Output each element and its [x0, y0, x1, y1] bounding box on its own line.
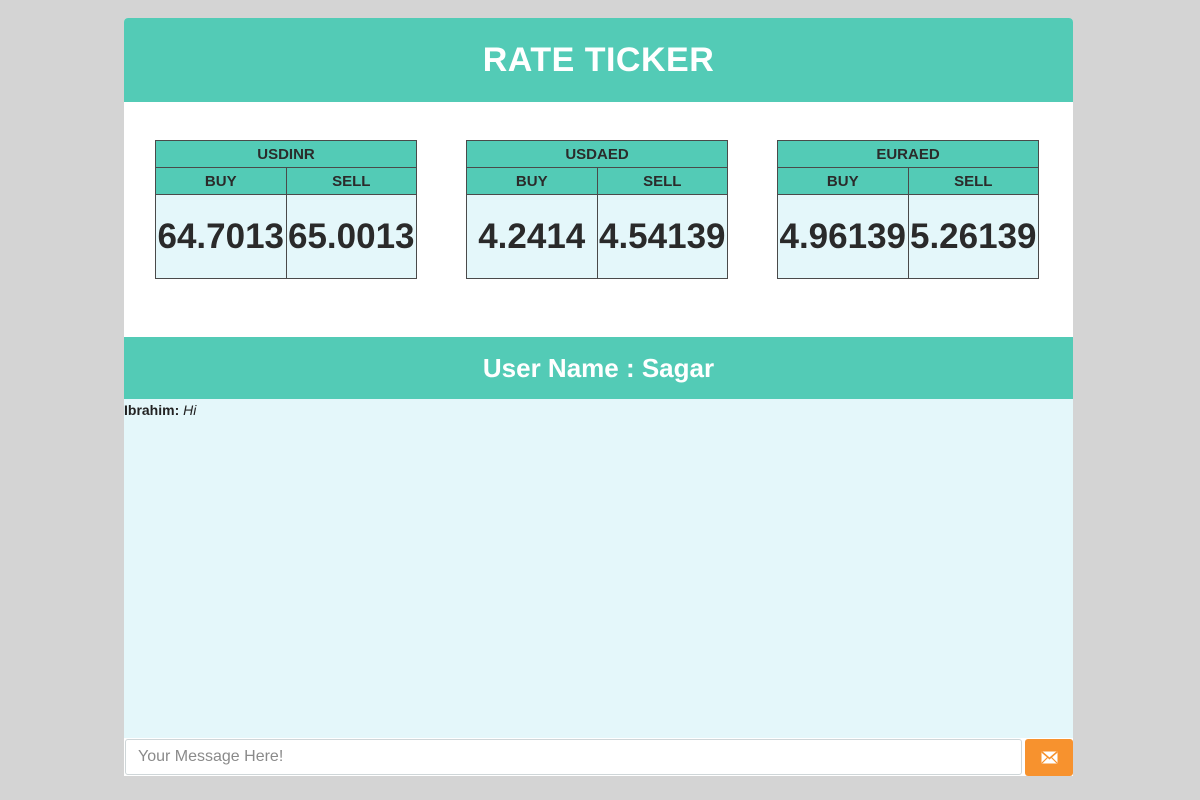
rate-table-euraed: EURAED BUY SELL 4.96139 5.26139	[777, 139, 1039, 279]
buy-rate: 4.96139	[777, 194, 909, 279]
sell-rate: 65.0013	[285, 194, 417, 279]
rate-pair-label: USDINR	[155, 139, 417, 169]
message-input-row	[124, 738, 1073, 776]
rates-panel: USDINR BUY SELL 64.7013 65.0013 USDAED B…	[124, 102, 1073, 337]
buy-header: BUY	[777, 167, 909, 196]
header: RATE TICKER	[124, 18, 1073, 102]
buy-rate: 4.2414	[466, 194, 598, 279]
buy-header: BUY	[466, 167, 598, 196]
envelope-icon	[1040, 751, 1058, 764]
send-button[interactable]	[1025, 739, 1073, 776]
sell-header: SELL	[596, 167, 728, 196]
sell-header: SELL	[907, 167, 1039, 196]
sell-rate: 5.26139	[907, 194, 1039, 279]
rate-pair-label: USDAED	[466, 139, 728, 169]
user-name-label: User Name : Sagar	[482, 352, 715, 383]
rate-table-usdinr: USDINR BUY SELL 64.7013 65.0013	[155, 139, 417, 279]
buy-rate: 64.7013	[155, 194, 287, 279]
sell-header: SELL	[285, 167, 417, 196]
rate-ticker-app: RATE TICKER USDINR BUY SELL 64.7013 65.0…	[124, 18, 1073, 776]
user-name-bar: User Name : Sagar	[124, 337, 1073, 399]
rate-table-usdaed: USDAED BUY SELL 4.2414 4.54139	[466, 139, 728, 279]
message-input[interactable]	[125, 739, 1022, 775]
message-text: Hi	[183, 402, 197, 418]
buy-header: BUY	[155, 167, 287, 196]
message-sender: Ibrahim:	[124, 402, 180, 418]
chat-message: Ibrahim: Hi	[124, 402, 196, 418]
sell-rate: 4.54139	[596, 194, 728, 279]
rate-pair-label: EURAED	[777, 139, 1039, 169]
page-title: RATE TICKER	[482, 40, 715, 79]
chat-log[interactable]: Ibrahim: Hi	[124, 399, 1073, 738]
